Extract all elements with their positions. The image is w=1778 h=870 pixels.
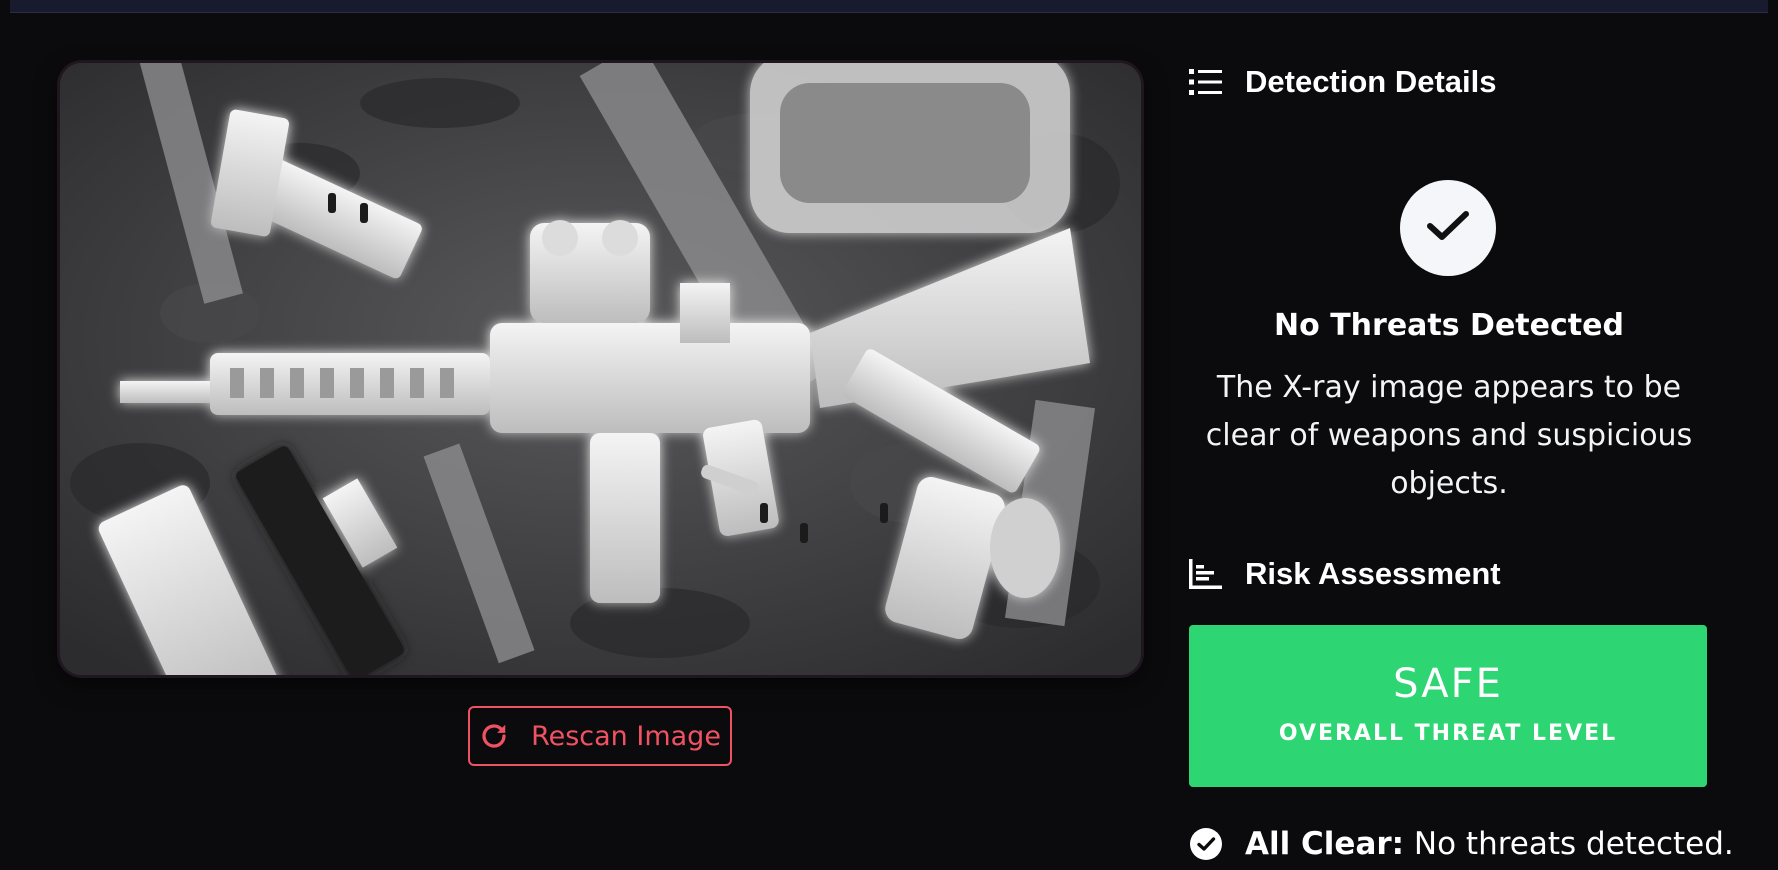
all-clear-summary: All Clear: No threats detected. (1189, 826, 1734, 862)
risk-assessment-header: Risk Assessment (1189, 556, 1501, 592)
status-title: No Threats Detected (1274, 308, 1624, 343)
all-clear-text: No threats detected. (1413, 826, 1734, 862)
xray-image-graphic (60, 63, 1141, 675)
rescan-image-label: Rescan Image (531, 720, 721, 752)
rescan-image-button[interactable]: Rescan Image (468, 706, 732, 766)
threat-level-value: SAFE (1393, 661, 1503, 707)
detection-details-header: Detection Details (1189, 64, 1497, 100)
xray-image (60, 63, 1141, 675)
threat-level-card: SAFE OVERALL THREAT LEVEL (1189, 625, 1707, 787)
list-icon (1189, 67, 1223, 97)
all-clear-label: All Clear: (1245, 826, 1405, 862)
check-circle-icon (1189, 827, 1223, 861)
refresh-icon (479, 721, 509, 751)
detection-details-title: Detection Details (1245, 64, 1497, 99)
bar-chart-icon (1189, 559, 1223, 589)
check-icon (1426, 209, 1470, 247)
status-description: The X-ray image appears to be clear of w… (1205, 370, 1693, 501)
results-panel: Detection Details No Threats Detected Th… (1189, 0, 1734, 870)
threat-level-caption: OVERALL THREAT LEVEL (1278, 721, 1618, 746)
status-check-badge (1400, 180, 1496, 276)
risk-assessment-title: Risk Assessment (1245, 556, 1501, 591)
